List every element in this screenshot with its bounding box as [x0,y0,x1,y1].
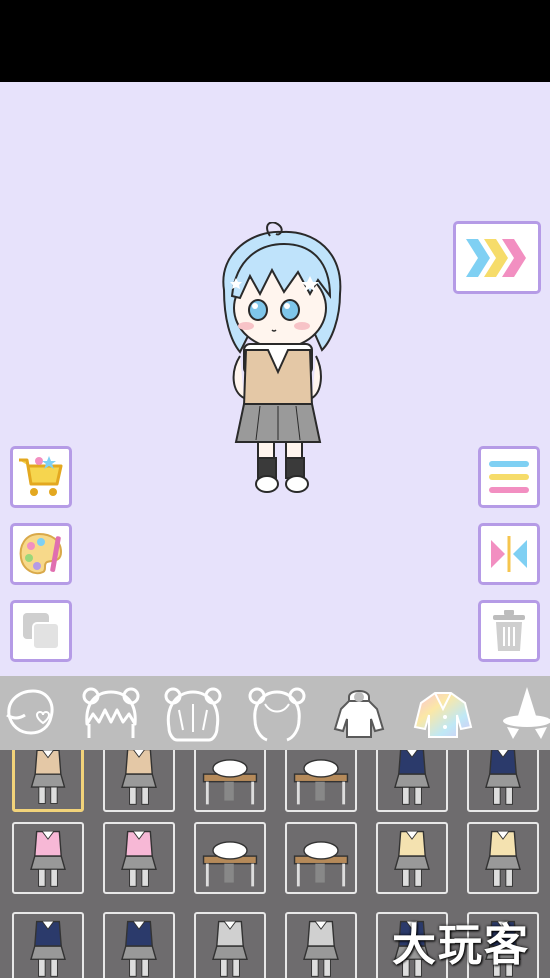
outfit-item[interactable] [376,750,448,812]
tab-face[interactable] [0,682,62,744]
shop-button[interactable] [10,446,72,508]
tab-front-hair[interactable] [80,682,142,744]
outfit-icon [413,692,473,738]
outfit-item[interactable] [12,912,84,978]
menu-icon [489,461,529,493]
outfit-item[interactable] [376,912,448,978]
hoodie-icon [333,690,385,738]
outfit-item[interactable] [467,750,539,812]
layers-icon [23,613,60,650]
outfit-item[interactable] [103,750,175,812]
face-icon [6,689,54,735]
outfit-item[interactable] [467,822,539,894]
outfit-item[interactable] [12,822,84,894]
outfit-item[interactable] [285,750,357,812]
delete-button[interactable] [478,600,540,662]
palette-icon [19,532,63,575]
hat-icon [503,687,550,739]
character-stage [0,82,550,676]
outfit-item[interactable] [194,750,266,812]
tab-back-hair[interactable] [162,682,224,744]
outfit-item[interactable] [194,912,266,978]
outfit-item[interactable] [12,750,84,812]
hair-side-icon [248,687,306,742]
tab-hats[interactable] [496,682,550,744]
tab-side-hair[interactable] [246,682,308,744]
tab-tops[interactable] [328,682,390,744]
menu-button[interactable] [478,446,540,508]
chibi-character[interactable] [214,222,350,498]
hair-back-icon [164,687,222,742]
flip-button[interactable] [478,523,540,585]
app-screen: 大玩客 [0,0,550,978]
flip-icon [491,536,527,572]
trash-icon [493,610,525,651]
outfit-item[interactable] [103,912,175,978]
tab-outfits[interactable] [412,682,474,744]
outfit-item[interactable] [376,822,448,894]
outfit-item[interactable] [285,822,357,894]
category-tab-bar [0,676,550,750]
layers-button[interactable] [10,600,72,662]
outfit-item-grid [0,750,550,978]
outfit-item[interactable] [103,822,175,894]
outfit-item[interactable] [467,912,539,978]
hair-front-icon [82,687,140,738]
color-palette-button[interactable] [10,523,72,585]
outfit-item[interactable] [194,822,266,894]
next-button[interactable] [453,221,541,294]
triple-chevron-icon [466,238,526,277]
status-bar [0,0,550,82]
shop-cart-icon [19,456,63,496]
outfit-item[interactable] [285,912,357,978]
